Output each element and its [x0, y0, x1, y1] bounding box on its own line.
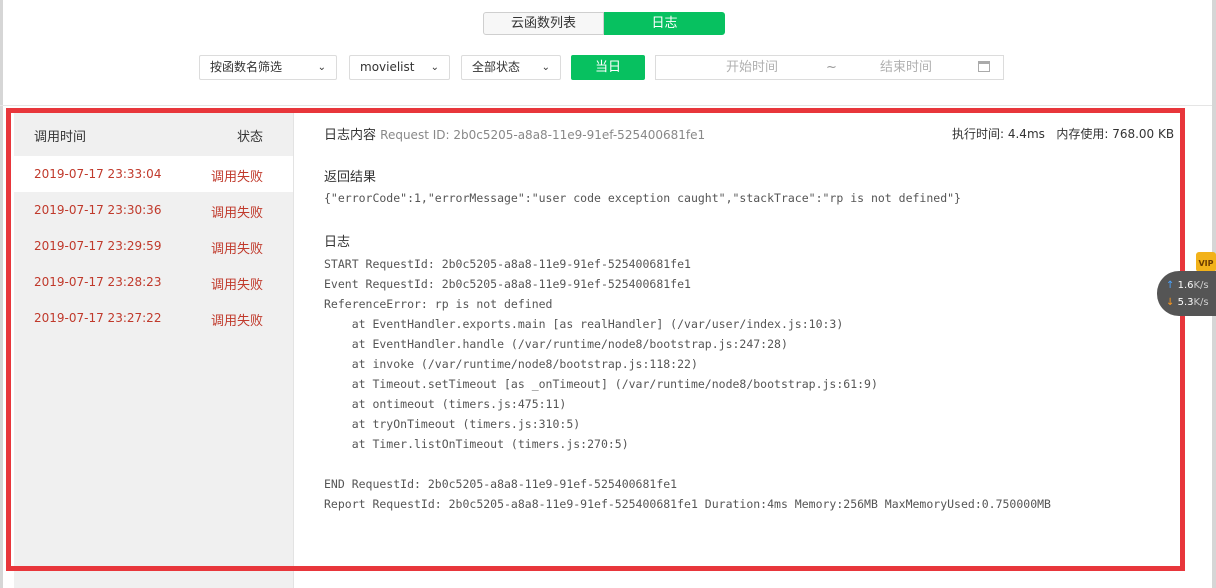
panel-divider: [293, 112, 294, 588]
function-filter-label: 按函数名筛选: [210, 60, 283, 74]
end-time-placeholder[interactable]: 结束时间: [880, 56, 932, 79]
request-id: Request ID: 2b0c5205-a8a8-11e9-91ef-5254…: [380, 128, 706, 142]
upload-value: 1.6: [1177, 280, 1194, 291]
start-time-placeholder[interactable]: 开始时间: [726, 56, 778, 79]
date-range-separator: ~: [826, 60, 837, 75]
log-status: 调用失败: [211, 314, 264, 329]
upload-unit: K/s: [1193, 280, 1209, 291]
log-output: START RequestId: 2b0c5205-a8a8-11e9-91ef…: [324, 257, 1051, 511]
column-header-time: 调用时间: [34, 130, 87, 145]
log-list-row[interactable]: 2019-07-17 23:29:59 调用失败: [14, 228, 293, 264]
chevron-down-icon: ⌄: [541, 62, 550, 73]
function-name-label: movielist: [360, 60, 415, 74]
download-value: 5.3: [1177, 297, 1194, 308]
vip-badge-icon[interactable]: VIP: [1196, 252, 1216, 272]
log-status: 调用失败: [211, 242, 264, 257]
network-speed-widget[interactable]: ↑ 1.6K/s ↓ 5.3K/s: [1157, 271, 1216, 316]
log-meta: 执行时间: 4.4ms 内存使用: 768.00 KB: [952, 125, 1174, 142]
download-unit: K/s: [1193, 297, 1209, 308]
view-tabs: 云函数列表 日志: [483, 12, 725, 35]
download-speed: ↓ 5.3K/s: [1166, 297, 1209, 308]
arrow-down-icon: ↓: [1166, 297, 1175, 308]
arrow-up-icon: ↑: [1166, 280, 1175, 291]
log-list-row[interactable]: 2019-07-17 23:27:22 调用失败: [14, 300, 293, 336]
chevron-down-icon: ⌄: [430, 62, 439, 73]
exec-time: 执行时间: 4.4ms: [952, 127, 1045, 141]
date-range-picker[interactable]: 开始时间 ~ 结束时间: [655, 55, 1004, 80]
log-list-row[interactable]: 2019-07-17 23:30:36 调用失败: [14, 192, 293, 228]
upload-speed: ↑ 1.6K/s: [1166, 280, 1209, 291]
log-time: 2019-07-17 23:28:23: [34, 275, 162, 289]
header-divider: [0, 105, 1212, 106]
log-list-row[interactable]: 2019-07-17 23:28:23 调用失败: [14, 264, 293, 300]
tab-function-list[interactable]: 云函数列表: [483, 12, 604, 35]
window-edge-left: [0, 0, 3, 588]
log-status: 调用失败: [211, 206, 264, 221]
column-header-status: 状态: [237, 130, 264, 145]
log-list-panel: 调用时间 状态 2019-07-17 23:33:04 调用失败 2019-07…: [14, 112, 293, 588]
page: 云函数列表 日志 按函数名筛选 ⌄ movielist ⌄ 全部状态 ⌄ 当日 …: [0, 0, 1216, 588]
log-list-row[interactable]: 2019-07-17 23:33:04 调用失败: [14, 156, 293, 192]
status-filter-select[interactable]: 全部状态 ⌄: [461, 55, 561, 80]
log-section-title: 日志: [324, 235, 351, 250]
log-content-title: 日志内容: [324, 128, 377, 143]
log-status: 调用失败: [211, 170, 264, 185]
status-filter-label: 全部状态: [472, 60, 521, 74]
memory-usage: 内存使用: 768.00 KB: [1056, 127, 1175, 141]
calendar-icon[interactable]: [978, 61, 990, 72]
result-title: 返回结果: [324, 170, 377, 185]
log-detail-header: 日志内容 Request ID: 2b0c5205-a8a8-11e9-91ef…: [324, 124, 705, 143]
log-time: 2019-07-17 23:33:04: [34, 167, 162, 181]
result-output: {"errorCode":1,"errorMessage":"user code…: [324, 191, 961, 205]
function-filter-select[interactable]: 按函数名筛选 ⌄: [199, 55, 337, 80]
log-time: 2019-07-17 23:29:59: [34, 239, 162, 253]
function-name-select[interactable]: movielist ⌄: [349, 55, 450, 80]
today-button[interactable]: 当日: [571, 55, 645, 80]
log-time: 2019-07-17 23:27:22: [34, 311, 162, 325]
tab-logs[interactable]: 日志: [604, 12, 725, 35]
log-status: 调用失败: [211, 278, 264, 293]
log-time: 2019-07-17 23:30:36: [34, 203, 162, 217]
chevron-down-icon: ⌄: [317, 62, 326, 73]
